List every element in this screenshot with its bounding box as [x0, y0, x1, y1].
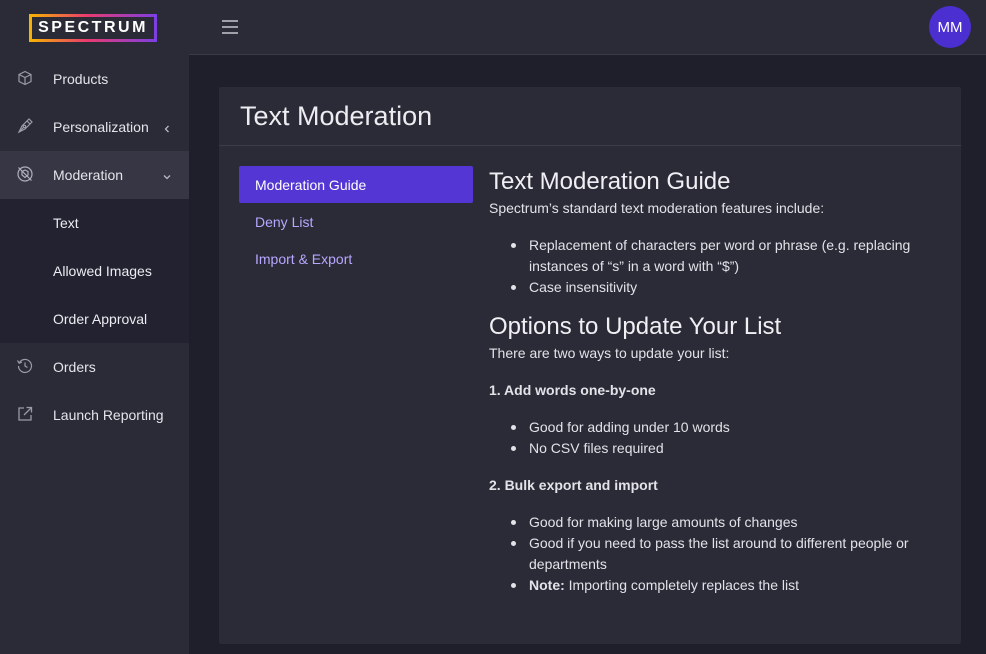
- guide-content: Text Moderation Guide Spectrum’s standar…: [489, 167, 939, 596]
- sidebar-subitem-text[interactable]: Text: [0, 199, 189, 247]
- options-heading: Options to Update Your List: [489, 313, 782, 340]
- sidebar-item-label: Personalization: [53, 119, 149, 135]
- list-item: Replacement of characters per word or ph…: [489, 235, 939, 277]
- sidebar-subitem-label: Text: [53, 215, 79, 231]
- options-intro: There are two ways to update your list:: [489, 345, 730, 361]
- sidebar-item-products[interactable]: Products: [0, 55, 189, 103]
- guide-intro: Spectrum’s standard text moderation feat…: [489, 200, 825, 216]
- chevron-left-icon: [162, 121, 172, 133]
- sidebar-subitem-order-approval[interactable]: Order Approval: [0, 295, 189, 343]
- features-list: Replacement of characters per word or ph…: [489, 235, 939, 298]
- tab-import-export[interactable]: Import & Export: [239, 240, 473, 277]
- option2-list: Good for making large amounts of changes…: [489, 512, 939, 596]
- card-header: Text Moderation: [219, 87, 961, 146]
- text-moderation-card: Text Moderation Moderation Guide Deny Li…: [219, 87, 961, 644]
- sidebar-item-label: Moderation: [53, 167, 124, 183]
- option1-title: 1. Add words one-by-one: [489, 382, 656, 398]
- list-item: Good if you need to pass the list around…: [489, 533, 939, 575]
- sidebar-subitem-allowed-images[interactable]: Allowed Images: [0, 247, 189, 295]
- list-item: Case insensitivity: [489, 277, 939, 298]
- moderation-submenu: Text Allowed Images Order Approval: [0, 199, 189, 343]
- note-label: Note:: [529, 577, 565, 593]
- list-item: Good for making large amounts of changes: [489, 512, 939, 533]
- list-item: Good for adding under 10 words: [489, 417, 939, 438]
- sidebar-item-personalization[interactable]: Personalization: [0, 103, 189, 151]
- tab-deny-list[interactable]: Deny List: [239, 203, 473, 240]
- avatar-initials: MM: [937, 18, 963, 36]
- tab-moderation-guide[interactable]: Moderation Guide: [239, 166, 473, 203]
- sidebar-item-label: Orders: [53, 359, 96, 375]
- cube-icon: [16, 69, 34, 87]
- sidebar-subitem-label: Allowed Images: [53, 263, 152, 279]
- sidebar: SPECTRUM Products Personalization Modera…: [0, 0, 189, 654]
- logo-area: SPECTRUM: [0, 0, 189, 55]
- top-bar: MM: [189, 0, 986, 55]
- list-item: Note: Importing completely replaces the …: [489, 575, 939, 596]
- guide-heading: Text Moderation Guide: [489, 168, 731, 195]
- sidebar-subitem-label: Order Approval: [53, 311, 148, 327]
- pen-nib-icon: [16, 117, 34, 135]
- moderation-shield-icon: [16, 165, 34, 183]
- user-avatar[interactable]: MM: [929, 6, 971, 48]
- sidebar-item-label: Launch Reporting: [53, 407, 164, 423]
- note-text: Importing completely replaces the list: [564, 577, 799, 593]
- history-icon: [16, 357, 34, 375]
- vertical-tabs: Moderation Guide Deny List Import & Expo…: [239, 166, 473, 277]
- hamburger-menu-icon[interactable]: [220, 18, 240, 36]
- external-link-icon: [16, 405, 34, 423]
- chevron-down-icon: [162, 169, 172, 180]
- option1-list: Good for adding under 10 words No CSV fi…: [489, 417, 939, 459]
- list-item: No CSV files required: [489, 438, 939, 459]
- sidebar-item-launch-reporting[interactable]: Launch Reporting: [0, 391, 189, 439]
- spectrum-logo[interactable]: SPECTRUM: [29, 14, 157, 42]
- logo-text: SPECTRUM: [38, 18, 148, 36]
- sidebar-item-moderation[interactable]: Moderation: [0, 151, 189, 199]
- sidebar-item-orders[interactable]: Orders: [0, 343, 189, 391]
- option2-title: 2. Bulk export and import: [489, 477, 658, 493]
- page-title: Text Moderation: [240, 100, 433, 131]
- sidebar-item-label: Products: [53, 71, 109, 87]
